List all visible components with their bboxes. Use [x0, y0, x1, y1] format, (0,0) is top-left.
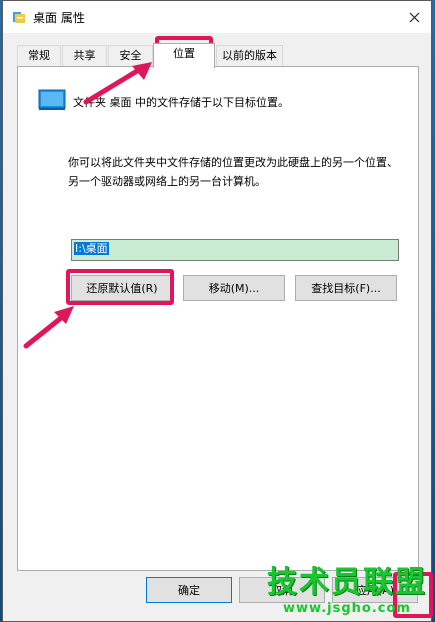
title-bar: 桌面 属性 — [3, 1, 431, 33]
folder-icon — [38, 89, 66, 110]
find-target-button[interactable]: 查找目标(F)... — [295, 275, 397, 301]
properties-dialog: 桌面 属性 常规 共享 安全 位置 以前的版本 文件夹 桌面 中的文件存储于以下… — [2, 0, 432, 622]
restore-default-button[interactable]: 还原默认值(R) — [71, 275, 173, 301]
target-path-value: I:\桌面 — [74, 242, 109, 255]
location-tab-panel: 文件夹 桌面 中的文件存储于以下目标位置。 你可以将此文件夹中文件存储的位置更改… — [17, 66, 419, 571]
location-description: 你可以将此文件夹中文件存储的位置更改为此硬盘上的另一个位置、另一个驱动器或网络上… — [68, 156, 398, 188]
ok-button[interactable]: 确定 — [146, 577, 232, 603]
target-path-input[interactable]: I:\桌面 — [71, 239, 399, 261]
move-button[interactable]: 移动(M)... — [183, 275, 285, 301]
apply-button[interactable]: 应用(A) — [332, 577, 418, 603]
cancel-button[interactable]: 取消 — [239, 577, 325, 603]
tab-sharing[interactable]: 共享 — [62, 45, 107, 66]
folder-properties-icon — [13, 12, 25, 23]
location-intro-text: 文件夹 桌面 中的文件存储于以下目标位置。 — [73, 96, 289, 109]
tab-location[interactable]: 位置 — [153, 43, 215, 68]
close-button[interactable] — [397, 1, 431, 33]
tab-previous-versions[interactable]: 以前的版本 — [216, 45, 283, 66]
tab-general[interactable]: 常规 — [17, 45, 61, 66]
tab-security[interactable]: 安全 — [108, 45, 153, 66]
close-icon — [409, 12, 419, 22]
window-title: 桌面 属性 — [33, 11, 85, 25]
